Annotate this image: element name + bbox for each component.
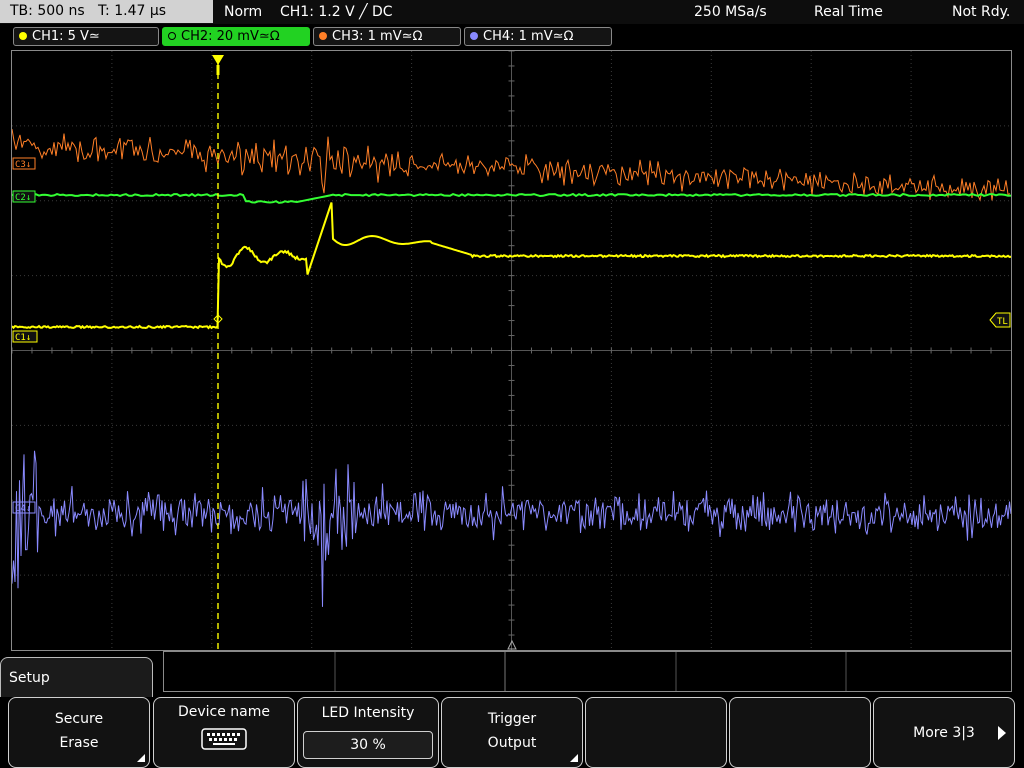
trigger-position-marker-icon[interactable] bbox=[212, 55, 224, 65]
submenu-corner-icon bbox=[570, 754, 578, 762]
secure-erase-softkey[interactable]: Secure Erase bbox=[8, 697, 150, 768]
softkey-label-line2: Output bbox=[487, 735, 537, 751]
ch1-marker-label: C1↓ bbox=[15, 333, 31, 343]
acquisition-mode: Real Time bbox=[814, 4, 883, 20]
channel-tab-ch4[interactable]: CH4: 1 mV≃Ω bbox=[464, 27, 612, 46]
channel-tab-ch3[interactable]: CH3: 1 mV≃Ω bbox=[313, 27, 461, 46]
softkey-label: More 3|3 bbox=[913, 725, 975, 741]
empty-softkey-6[interactable] bbox=[729, 697, 871, 768]
keyboard-icon bbox=[201, 728, 247, 750]
led-intensity-softkey[interactable]: LED Intensity 30 % bbox=[297, 697, 439, 768]
trigger-mode[interactable]: Norm bbox=[224, 0, 262, 24]
trigger-time-value: T: 1.47 µs bbox=[98, 3, 167, 19]
ch1-offset-marker[interactable]: C1↓ bbox=[12, 330, 38, 343]
trigger-setting[interactable]: CH1: 1.2 V ╱ DC bbox=[280, 0, 393, 24]
menu-title-tab[interactable]: Setup bbox=[0, 657, 153, 697]
device-name-softkey[interactable]: Device name bbox=[153, 697, 295, 768]
ch4-dot-icon bbox=[470, 32, 478, 40]
timebase-value: TB: 500 ns bbox=[10, 3, 85, 19]
info-strip bbox=[163, 651, 1012, 692]
softkey-label: Trigger bbox=[487, 711, 537, 727]
next-page-arrow-icon bbox=[998, 726, 1006, 740]
waveform-plot[interactable]: C3↓ C2↓ C1↓ C4↓ TL bbox=[12, 51, 1011, 650]
ch3-marker-label: C3↓ bbox=[15, 160, 31, 170]
sample-rate: 250 MSa/s bbox=[694, 4, 767, 20]
ch4-offset-marker[interactable]: C4↓ bbox=[12, 501, 36, 514]
ch2-offset-marker[interactable]: C2↓ bbox=[12, 190, 36, 203]
waveform-display[interactable]: C3↓ C2↓ C1↓ C4↓ TL bbox=[11, 50, 1012, 651]
timebase-box[interactable]: TB: 500 ns T: 1.47 µs bbox=[0, 0, 213, 23]
channel-label: CH4: 1 mV≃Ω bbox=[483, 29, 574, 44]
channel-tab-ch2[interactable]: CH2: 20 mV≃Ω bbox=[162, 27, 310, 46]
graticule bbox=[12, 51, 1011, 650]
channel-label: CH1: 5 V≃ bbox=[32, 29, 100, 44]
empty-softkey-5[interactable] bbox=[585, 697, 727, 768]
channel-tab-ch1[interactable]: CH1: 5 V≃ bbox=[13, 27, 159, 46]
submenu-corner-icon bbox=[137, 754, 145, 762]
led-intensity-value[interactable]: 30 % bbox=[303, 731, 433, 759]
run-status: Not Rdy. bbox=[952, 4, 1011, 20]
softkey-label: Secure bbox=[54, 711, 104, 727]
ch3-offset-marker[interactable]: C3↓ bbox=[12, 157, 36, 170]
softkey-label: Device name bbox=[177, 704, 271, 720]
trigger-level-marker[interactable]: TL bbox=[989, 312, 1011, 328]
trigger-output-softkey[interactable]: Trigger Output bbox=[441, 697, 583, 768]
channel-label: CH2: 20 mV≃Ω bbox=[181, 29, 280, 44]
softkey-label-line2: Erase bbox=[59, 735, 99, 751]
softkey-label: LED Intensity bbox=[321, 705, 415, 721]
ch2-dot-icon bbox=[168, 32, 176, 40]
ch2-marker-label: C2↓ bbox=[15, 193, 31, 203]
ch1-dot-icon bbox=[19, 32, 27, 40]
more-softkey[interactable]: More 3|3 bbox=[873, 697, 1015, 768]
trigger-level-label: TL bbox=[997, 317, 1008, 327]
menu-title: Setup bbox=[9, 670, 50, 686]
ch4-marker-label: C4↓ bbox=[15, 504, 31, 514]
ch3-dot-icon bbox=[319, 32, 327, 40]
channel-label: CH3: 1 mV≃Ω bbox=[332, 29, 423, 44]
